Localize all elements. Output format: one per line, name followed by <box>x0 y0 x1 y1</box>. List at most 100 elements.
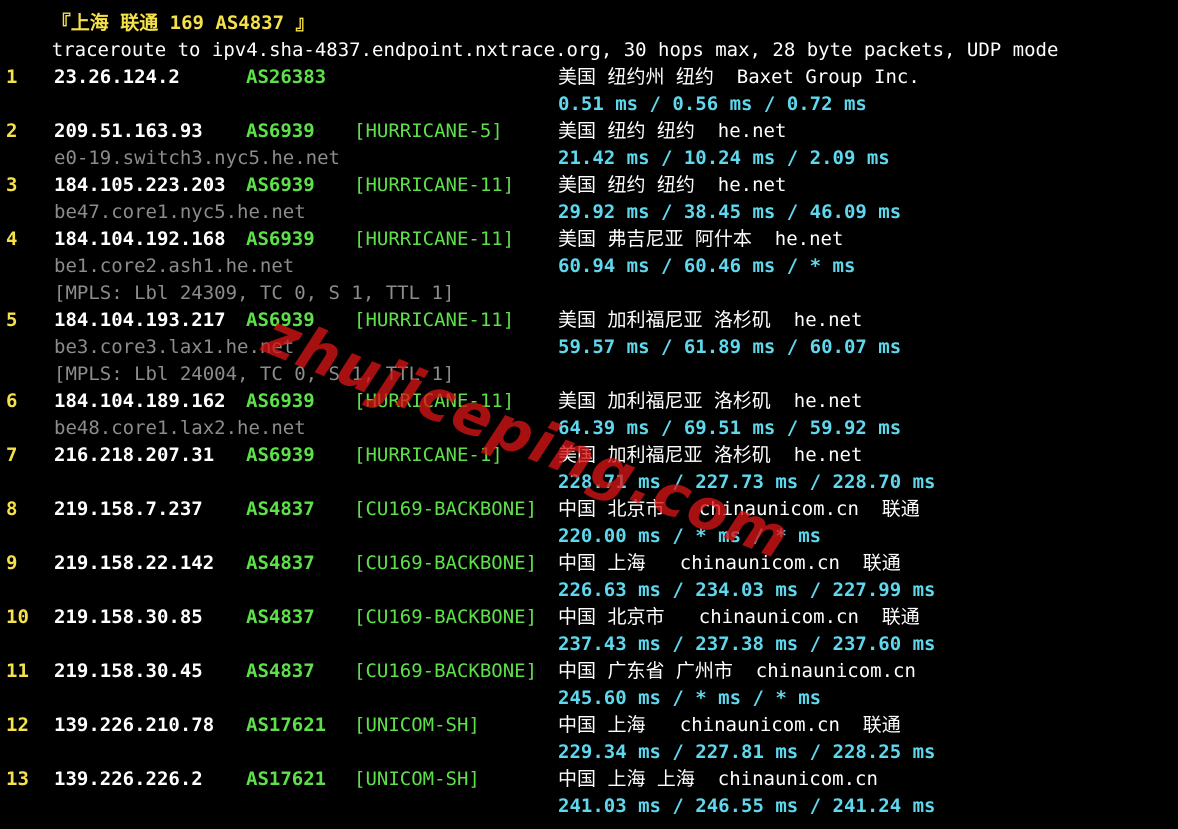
hop-tag: [UNICOM-SH] <box>354 768 480 790</box>
hop-tag: [CU169-BACKBONE] <box>354 498 538 520</box>
hop-mpls-row: [MPLS: Lbl 24309, TC 0, S 1, TTL 1] <box>6 280 1178 307</box>
hop-detail-row: 237.43 ms / 237.38 ms / 237.60 ms <box>6 631 1178 658</box>
hop-row: 1 23.26.124.2 AS26383 美国 纽约州 纽约 Baxet Group… <box>6 64 1178 91</box>
hop-geo: 美国 纽约 纽约 he.net <box>558 174 787 196</box>
hop-geo: 中国 上海 上海 chinaunicom.cn <box>558 768 878 790</box>
hop-asn: AS6939 <box>246 228 315 250</box>
hop-tag: [CU169-BACKBONE] <box>354 606 538 628</box>
hop-tag: [UNICOM-SH] <box>354 714 480 736</box>
hop-detail-row: e0-19.switch3.nyc5.he.net 21.42 ms / 10.2… <box>6 145 1178 172</box>
hop-asn: AS26383 <box>246 66 327 88</box>
hop-rdns: be48.core1.lax2.he.net <box>54 417 306 439</box>
hop-geo: 中国 北京市 chinaunicom.cn 联通 <box>558 606 920 628</box>
hop-rtt: 237.43 ms / 237.38 ms / 237.60 ms <box>558 633 936 655</box>
hop-ip: 184.104.193.217 <box>54 309 226 331</box>
hop-number: 2 <box>6 120 18 142</box>
hop-asn: AS17621 <box>246 768 327 790</box>
hop-number: 5 <box>6 309 18 331</box>
hop-rtt: 241.03 ms / 246.55 ms / 241.24 ms <box>558 795 936 817</box>
hop-geo: 中国 上海 chinaunicom.cn 联通 <box>558 714 901 736</box>
hop-detail-row: be48.core1.lax2.he.net 64.39 ms / 69.51 m… <box>6 415 1178 442</box>
hop-tag: [CU169-BACKBONE] <box>354 552 538 574</box>
hop-row: 13 139.226.226.2 AS17621 [UNICOM-SH] 中国 上海 上… <box>6 766 1178 793</box>
header-line: traceroute to ipv4.sha-4837.endpoint.nxt… <box>6 37 1178 64</box>
hop-number: 6 <box>6 390 18 412</box>
hop-ip: 219.158.7.237 <box>54 498 203 520</box>
hop-detail-row: be1.core2.ash1.he.net 60.94 ms / 60.46 ms… <box>6 253 1178 280</box>
hop-asn: AS6939 <box>246 174 315 196</box>
hop-ip: 219.158.22.142 <box>54 552 215 574</box>
hop-rtt: 220.00 ms / * ms / * ms <box>558 525 822 547</box>
hop-tag: [HURRICANE-11] <box>354 309 515 331</box>
hop-detail-row: 229.34 ms / 227.81 ms / 228.25 ms <box>6 739 1178 766</box>
hop-mpls-row: [MPLS: Lbl 24004, TC 0, S 1, TTL 1] <box>6 361 1178 388</box>
hop-tag: [HURRICANE-11] <box>354 228 515 250</box>
hop-row: 4 184.104.192.168 AS6939 [HURRICANE-11] 美国 弗… <box>6 226 1178 253</box>
hop-row: 2 209.51.163.93 AS6939 [HURRICANE-5] 美国 纽约 纽… <box>6 118 1178 145</box>
hop-number: 4 <box>6 228 18 250</box>
hop-row: 10 219.158.30.85 AS4837 [CU169-BACKBONE] 中国 … <box>6 604 1178 631</box>
hop-list: 1 23.26.124.2 AS26383 美国 纽约州 纽约 Baxet Group… <box>6 64 1178 820</box>
title-line: 『上海 联通 169 AS4837 』 <box>6 10 1178 37</box>
hop-detail-row: be47.core1.nyc5.he.net 29.92 ms / 38.45 m… <box>6 199 1178 226</box>
hop-number: 11 <box>6 660 29 682</box>
hop-ip: 23.26.124.2 <box>54 66 180 88</box>
trace-title: 『上海 联通 169 AS4837 』 <box>51 12 315 34</box>
hop-mpls: [MPLS: Lbl 24004, TC 0, S 1, TTL 1] <box>54 363 455 385</box>
hop-geo: 美国 纽约州 纽约 Baxet Group Inc. <box>558 66 920 88</box>
hop-ip: 184.104.192.168 <box>54 228 226 250</box>
hop-detail-row: 0.51 ms / 0.56 ms / 0.72 ms <box>6 91 1178 118</box>
hop-detail-row: 226.63 ms / 234.03 ms / 227.99 ms <box>6 577 1178 604</box>
hop-detail-row: 241.03 ms / 246.55 ms / 241.24 ms <box>6 793 1178 820</box>
hop-number: 12 <box>6 714 29 736</box>
hop-asn: AS17621 <box>246 714 327 736</box>
hop-rdns: be47.core1.nyc5.he.net <box>54 201 306 223</box>
traceroute-header: traceroute to ipv4.sha-4837.endpoint.nxt… <box>51 39 1059 61</box>
hop-geo: 美国 弗吉尼亚 阿什本 he.net <box>558 228 844 250</box>
hop-rtt: 0.51 ms / 0.56 ms / 0.72 ms <box>558 93 867 115</box>
hop-rtt: 21.42 ms / 10.24 ms / 2.09 ms <box>558 147 890 169</box>
hop-number: 9 <box>6 552 18 574</box>
hop-detail-row: 245.60 ms / * ms / * ms <box>6 685 1178 712</box>
hop-rtt: 226.63 ms / 234.03 ms / 227.99 ms <box>558 579 936 601</box>
hop-row: 5 184.104.193.217 AS6939 [HURRICANE-11] 美国 加… <box>6 307 1178 334</box>
hop-asn: AS4837 <box>246 660 315 682</box>
hop-asn: AS6939 <box>246 120 315 142</box>
hop-rdns: be3.core3.lax1.he.net <box>54 336 295 358</box>
hop-rtt: 60.94 ms / 60.46 ms / * ms <box>558 255 856 277</box>
hop-row: 8 219.158.7.237 AS4837 [CU169-BACKBONE] 中国 北… <box>6 496 1178 523</box>
hop-rdns: e0-19.switch3.nyc5.he.net <box>54 147 340 169</box>
hop-tag: [HURRICANE-1] <box>354 444 503 466</box>
hop-number: 10 <box>6 606 29 628</box>
hop-geo: 中国 广东省 广州市 chinaunicom.cn <box>558 660 916 682</box>
hop-number: 7 <box>6 444 18 466</box>
hop-row: 11 219.158.30.45 AS4837 [CU169-BACKBONE] 中国 … <box>6 658 1178 685</box>
hop-ip: 139.226.226.2 <box>54 768 203 790</box>
hop-rtt: 229.34 ms / 227.81 ms / 228.25 ms <box>558 741 936 763</box>
hop-rdns: be1.core2.ash1.he.net <box>54 255 295 277</box>
hop-ip: 184.104.189.162 <box>54 390 226 412</box>
hop-detail-row: 220.00 ms / * ms / * ms <box>6 523 1178 550</box>
hop-asn: AS4837 <box>246 606 315 628</box>
hop-ip: 216.218.207.31 <box>54 444 215 466</box>
hop-number: 8 <box>6 498 18 520</box>
hop-detail-row: be3.core3.lax1.he.net 59.57 ms / 61.89 ms… <box>6 334 1178 361</box>
hop-ip: 219.158.30.85 <box>54 606 203 628</box>
hop-geo: 美国 加利福尼亚 洛杉矶 he.net <box>558 390 863 412</box>
hop-asn: AS4837 <box>246 498 315 520</box>
hop-number: 3 <box>6 174 18 196</box>
hop-row: 7 216.218.207.31 AS6939 [HURRICANE-1] 美国 加利福… <box>6 442 1178 469</box>
hop-ip: 139.226.210.78 <box>54 714 215 736</box>
hop-geo: 中国 北京市 chinaunicom.cn 联通 <box>558 498 920 520</box>
hop-rtt: 228.71 ms / 227.73 ms / 228.70 ms <box>558 471 936 493</box>
hop-rtt: 29.92 ms / 38.45 ms / 46.09 ms <box>558 201 902 223</box>
hop-geo: 美国 纽约 纽约 he.net <box>558 120 787 142</box>
hop-number: 13 <box>6 768 29 790</box>
hop-detail-row: 228.71 ms / 227.73 ms / 228.70 ms <box>6 469 1178 496</box>
hop-ip: 184.105.223.203 <box>54 174 226 196</box>
hop-rtt: 59.57 ms / 61.89 ms / 60.07 ms <box>558 336 902 358</box>
hop-tag: [HURRICANE-11] <box>354 174 515 196</box>
hop-asn: AS6939 <box>246 444 315 466</box>
hop-ip: 219.158.30.45 <box>54 660 203 682</box>
hop-asn: AS6939 <box>246 309 315 331</box>
